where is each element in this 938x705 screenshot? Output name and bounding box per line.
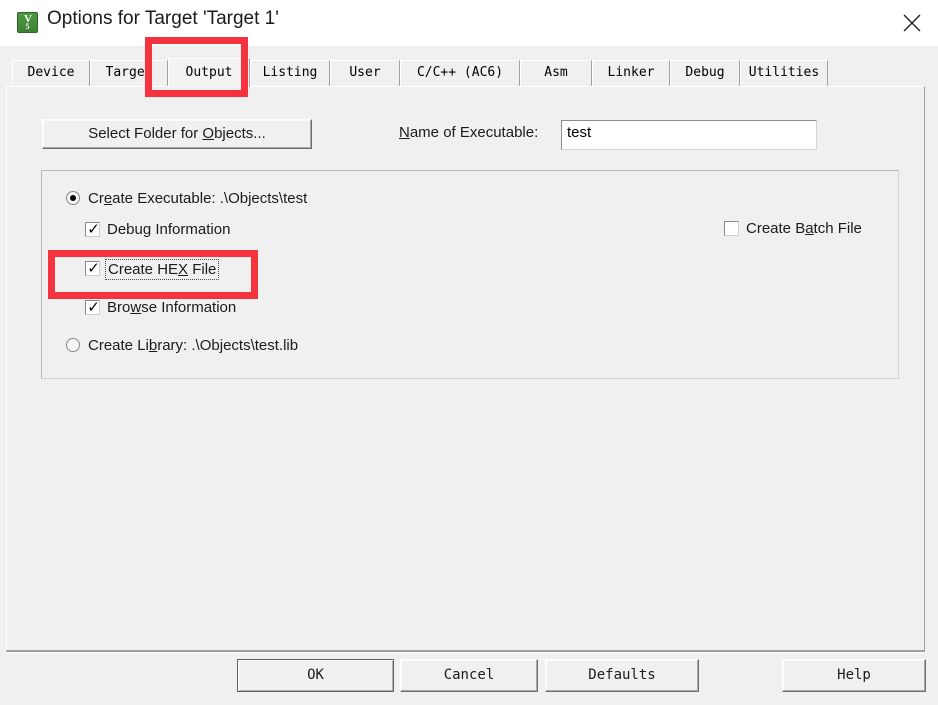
tab-target[interactable]: Target <box>90 60 168 86</box>
tab-asm[interactable]: Asm <box>520 60 592 86</box>
window-title: Options for Target 'Target 1' <box>47 8 279 29</box>
help-button-label: Help <box>837 667 871 683</box>
footer-separator <box>6 651 925 653</box>
checkbox-indicator-create-hex-file: ✓ <box>85 259 100 277</box>
window-titlebar: V 5 Options for Target 'Target 1' <box>0 0 938 47</box>
create-hex-file-accel: X <box>178 261 189 278</box>
check-mark-icon: ✓ <box>87 259 100 277</box>
checkbox-indicator-debug-information: ✓ <box>85 220 100 238</box>
debug-information-accel: g <box>142 221 152 238</box>
check-mark-icon: ✓ <box>87 298 100 316</box>
tab-debug[interactable]: Debug <box>670 60 740 86</box>
tab-listing[interactable]: Listing <box>250 60 330 86</box>
tab-c-cpp[interactable]: C/C++ (AC6) <box>400 60 520 86</box>
radio-indicator-create-library <box>66 338 80 352</box>
tab-strip: Device Target Output Listing User C/C++ … <box>6 58 926 87</box>
radio-dot-icon <box>70 195 76 201</box>
cancel-button-label: Cancel <box>443 667 495 683</box>
output-tab-page: Select Folder for Objects... Name of Exe… <box>6 86 925 651</box>
defaults-button-label: Defaults <box>588 667 656 683</box>
create-batch-file-label: Create Batch File <box>746 220 862 237</box>
select-folder-accel: O <box>202 125 215 142</box>
name-of-executable-label: Name of Executable: <box>399 124 539 141</box>
options-dialog-body: Device Target Output Listing User C/C++ … <box>0 46 938 705</box>
check-mark-icon: ✓ <box>87 220 100 238</box>
ok-button[interactable]: OK <box>237 659 394 692</box>
name-of-executable-accel: N <box>399 124 410 141</box>
tab-device[interactable]: Device <box>12 60 90 86</box>
defaults-button[interactable]: Defaults <box>545 659 699 692</box>
checkbox-indicator-browse-information: ✓ <box>85 298 100 316</box>
tab-output[interactable]: Output <box>168 58 250 87</box>
debug-information-label: Debug Information <box>107 221 231 238</box>
select-folder-for-objects-button[interactable]: Select Folder for Objects... <box>42 119 312 149</box>
ok-button-label: OK <box>307 667 324 683</box>
uvision-logo-icon: V 5 <box>17 12 38 33</box>
cancel-button[interactable]: Cancel <box>400 659 538 692</box>
select-folder-for-objects-label: Select Folder for Objects... <box>88 125 266 142</box>
browse-information-label: Browse Information <box>107 299 237 316</box>
browse-information-accel: w <box>130 299 142 316</box>
create-hex-file-label: Create HEX File <box>105 259 220 280</box>
name-of-executable-input[interactable]: test <box>561 120 817 150</box>
radio-indicator-create-executable <box>66 191 80 205</box>
output-options-groupbox: Create Executable: .\Objects\test ✓ Debu… <box>41 170 899 379</box>
tab-user[interactable]: User <box>330 60 400 86</box>
create-library-label: Create Library: .\Objects\test.lib <box>88 337 299 354</box>
uvision-logo-glyph-bottom: 5 <box>25 22 30 31</box>
tab-linker[interactable]: Linker <box>592 60 670 86</box>
create-batch-file-accel: a <box>805 220 814 237</box>
tab-utilities[interactable]: Utilities <box>740 60 828 86</box>
help-button[interactable]: Help <box>782 659 926 692</box>
create-executable-accel: e <box>103 190 113 207</box>
close-button[interactable] <box>886 0 938 45</box>
create-library-accel: b <box>148 337 158 354</box>
create-executable-label: Create Executable: .\Objects\test <box>88 190 308 207</box>
checkbox-indicator-create-batch-file <box>724 221 739 236</box>
